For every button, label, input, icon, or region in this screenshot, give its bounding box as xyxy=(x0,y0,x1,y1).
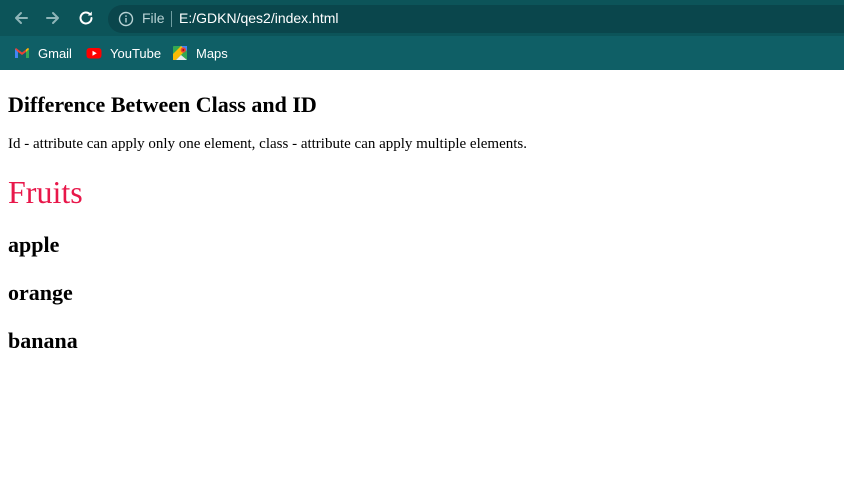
bookmark-label: Maps xyxy=(196,45,228,61)
bookmarks-bar: Gmail YouTube Maps xyxy=(0,36,844,70)
address-bar[interactable]: File E:/GDKN/qes2/index.html xyxy=(108,5,844,33)
bookmark-maps[interactable]: Maps xyxy=(172,43,228,63)
forward-button[interactable] xyxy=(42,7,64,29)
bookmark-label: YouTube xyxy=(110,45,162,61)
page-description: Id - attribute can apply only one elemen… xyxy=(8,136,527,152)
gmail-icon xyxy=(15,48,29,58)
info-icon[interactable] xyxy=(118,11,134,27)
fruit-item-banana: banana xyxy=(8,328,78,353)
reload-icon xyxy=(79,11,93,25)
bookmark-gmail[interactable]: Gmail xyxy=(14,43,72,63)
youtube-icon xyxy=(86,48,102,59)
address-scheme-label: File xyxy=(142,10,165,26)
fruit-item-apple: apple xyxy=(8,232,60,257)
arrow-right-icon xyxy=(46,12,59,24)
reload-button[interactable] xyxy=(75,7,97,29)
browser-chrome: File E:/GDKN/qes2/index.html Gmail YouTu… xyxy=(0,0,844,70)
arrow-left-icon xyxy=(15,12,28,24)
address-url[interactable]: E:/GDKN/qes2/index.html xyxy=(179,10,339,26)
fruits-title: Fruits xyxy=(8,174,83,210)
page-content: Difference Between Class and ID Id - att… xyxy=(0,92,844,354)
maps-icon xyxy=(173,46,187,60)
bookmark-youtube[interactable]: YouTube xyxy=(86,43,161,63)
back-button[interactable] xyxy=(10,7,32,29)
fruit-item-orange: orange xyxy=(8,280,73,305)
address-divider xyxy=(171,11,172,27)
browser-toolbar: File E:/GDKN/qes2/index.html xyxy=(0,0,844,36)
page-heading: Difference Between Class and ID xyxy=(8,92,317,117)
bookmark-label: Gmail xyxy=(38,45,72,61)
